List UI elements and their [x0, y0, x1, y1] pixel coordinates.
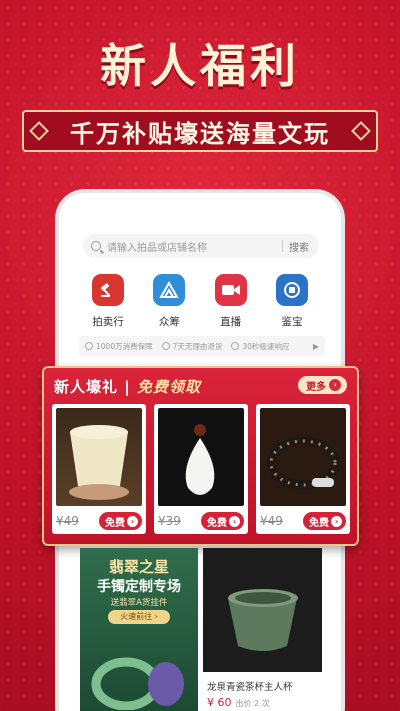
- product-price: ¥ 60 出价 2 次: [207, 696, 270, 709]
- guarantee-item: 7天无理由退货: [161, 341, 223, 352]
- gift-title-divider: |: [124, 378, 131, 396]
- product-name: 龙泉青瓷茶杯主人杯: [207, 682, 293, 693]
- guarantee-text: 1000万消费保障: [96, 341, 153, 351]
- free-claim-button[interactable]: 免费 ›: [99, 512, 142, 530]
- search-bar[interactable]: 请输入拍品或店铺名称 搜索: [83, 234, 319, 258]
- new-user-gift-panel: 新人壕礼 | 免费领取 更多 › ¥49 免费 › ¥39 免费 › ¥49 免费 ›: [42, 366, 359, 546]
- mountain-icon: [153, 274, 186, 306]
- category-crowdfund[interactable]: 众筹: [141, 274, 197, 329]
- category-live[interactable]: 直播: [203, 274, 259, 329]
- chevron-right-icon: ›: [127, 515, 138, 527]
- product-image-jade-pendant: [158, 408, 244, 506]
- lightning-icon: [231, 342, 240, 350]
- promo-headline: 新人福利: [100, 39, 300, 93]
- category-row: 拍卖行 众筹 直播 鉴宝: [80, 274, 320, 329]
- feed-banner-title: 翡翠之星: [108, 558, 169, 576]
- diamond-ornament-icon: [351, 121, 371, 141]
- free-label: 免费: [309, 517, 329, 529]
- feed-banner-note: 送翡翠A货挂件: [110, 598, 168, 608]
- guarantee-item: 1000万消费保障: [85, 341, 153, 352]
- bid-count: 出价 2 次: [235, 699, 270, 708]
- original-price: ¥49: [56, 514, 79, 528]
- more-label: 更多: [306, 381, 326, 393]
- category-auction[interactable]: 拍卖行: [80, 274, 136, 329]
- chevron-right-icon: ›: [331, 515, 342, 527]
- product-image-jade-cup: [56, 408, 142, 506]
- category-label: 拍卖行: [92, 316, 124, 328]
- guarantee-item: 30秒极速响应: [231, 341, 289, 352]
- category-appraise[interactable]: 鉴宝: [264, 274, 320, 329]
- product-image-celadon-cup: [203, 548, 322, 672]
- gavel-icon: [92, 274, 124, 306]
- price-value: ¥ 60: [207, 696, 232, 709]
- category-label: 众筹: [158, 316, 180, 328]
- promo-subline: 千万补贴壕送海量文玩: [70, 119, 330, 148]
- return-icon: [161, 342, 170, 350]
- product-image-bead-bracelet: [260, 408, 346, 506]
- shield-icon: [85, 342, 93, 350]
- original-price: ¥49: [260, 514, 283, 528]
- feed-card-celadon-cup[interactable]: 龙泉青瓷茶杯主人杯 ¥ 60 出价 2 次: [203, 548, 322, 711]
- guarantee-text: 30秒极速响应: [242, 341, 290, 351]
- search-input[interactable]: 请输入拍品或店铺名称: [107, 239, 282, 254]
- chevron-right-icon: ›: [229, 515, 240, 527]
- feed-banner-subtitle: 手镯定制专场: [97, 579, 181, 595]
- gift-card[interactable]: ¥49 免费 ›: [256, 404, 350, 534]
- search-button[interactable]: 搜索: [289, 239, 309, 254]
- promo-subline-banner: 千万补贴壕送海量文玩: [22, 110, 378, 152]
- free-claim-button[interactable]: 免费 ›: [201, 512, 244, 530]
- guarantee-strip[interactable]: 1000万消费保障 7天无理由退货 30秒极速响应 ▶: [79, 336, 325, 356]
- gift-panel-title: 新人壕礼 | 免费领取: [54, 376, 201, 397]
- search-icon: [91, 241, 101, 251]
- gift-subtitle: 免费领取: [136, 378, 201, 396]
- gift-title: 新人壕礼: [54, 378, 119, 396]
- gift-card[interactable]: ¥39 免费 ›: [154, 404, 248, 534]
- video-camera-icon: [214, 274, 247, 306]
- feed-banner-jade-bracelet[interactable]: 翡翠之星 手镯定制专场 送翡翠A货挂件 火速前往 ›: [80, 548, 198, 711]
- chevron-right-icon: ›: [329, 379, 341, 391]
- magnifier-icon: [275, 274, 308, 306]
- search-divider: [282, 240, 283, 252]
- category-label: 鉴宝: [281, 316, 303, 328]
- free-label: 免费: [105, 517, 125, 529]
- jade-bracelet-image: [91, 657, 184, 710]
- free-label: 免费: [207, 517, 227, 529]
- free-claim-button[interactable]: 免费 ›: [303, 512, 346, 530]
- original-price: ¥39: [158, 514, 181, 528]
- more-button[interactable]: 更多 ›: [298, 376, 347, 394]
- diamond-ornament-icon: [29, 121, 49, 141]
- gift-card[interactable]: ¥49 免费 ›: [52, 404, 146, 534]
- guarantee-text: 7天无理由退货: [172, 341, 223, 351]
- category-label: 直播: [220, 316, 242, 328]
- arrow-right-icon: ▶: [312, 341, 319, 351]
- feed-banner-button[interactable]: 火速前往 ›: [108, 610, 170, 624]
